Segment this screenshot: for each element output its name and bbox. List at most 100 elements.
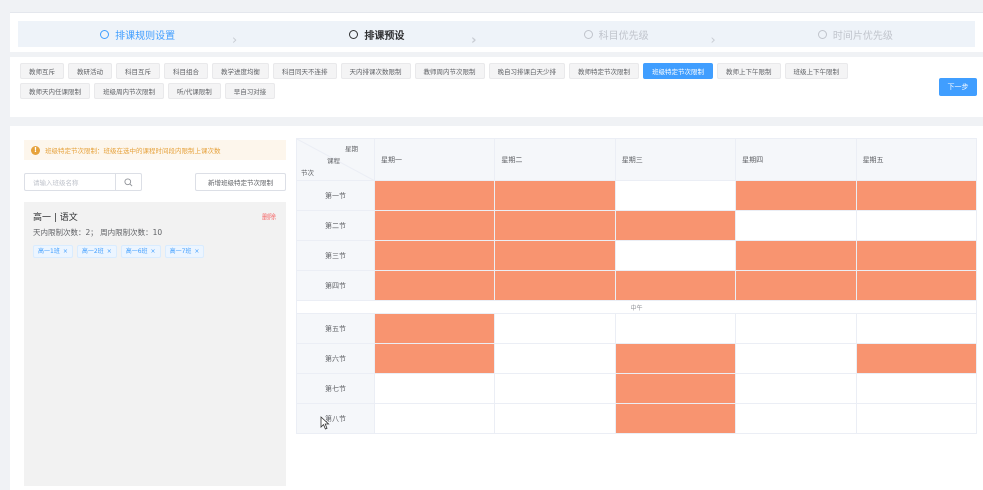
period-cell-selected[interactable] (735, 240, 857, 271)
period-cell-selected[interactable] (614, 270, 737, 301)
rule-tab[interactable]: 教学进度均衡 (212, 63, 269, 79)
period-cell[interactable] (494, 313, 616, 344)
step-circle-icon (100, 29, 110, 39)
rule-tab[interactable]: 天内排课次数限制 (340, 63, 411, 79)
period-cell-selected[interactable] (614, 210, 737, 241)
close-icon[interactable]: × (194, 248, 199, 255)
period-label: 第四节 (296, 270, 375, 301)
search-button[interactable] (115, 174, 141, 190)
rule-tabs: 教师互斥 教研活动 科目互斥 科目组合 教学进度均衡 科目同天不连排 天内排课次数限制 教师周… (20, 63, 920, 99)
period-cell-selected[interactable] (373, 313, 496, 344)
period-cell[interactable] (494, 403, 616, 434)
rule-tab[interactable]: 班级特定节次限制 (643, 63, 713, 79)
rule-tab[interactable]: 晚自习排课白天少排 (488, 63, 565, 79)
close-icon[interactable]: × (63, 248, 68, 255)
rule-tab[interactable]: 教研活动 (68, 63, 112, 79)
period-cell-selected[interactable] (855, 240, 978, 271)
period-row: 第七节 (296, 373, 978, 404)
period-cell-selected[interactable] (494, 210, 616, 241)
period-cell-selected[interactable] (373, 180, 496, 211)
close-icon[interactable]: × (107, 248, 112, 255)
period-cell[interactable] (373, 403, 496, 434)
period-cell-selected[interactable] (494, 240, 616, 271)
period-grid: 星期 课程 节次 星期一 星期二 星期三 星期四 星期五 第一节 第二节 第三节 第四节 中午第… (296, 138, 978, 434)
class-chips: 高一1班 × 高一2班 × 高一6班 × 高一7班 × (33, 245, 277, 258)
period-cell-selected[interactable] (735, 180, 857, 211)
class-chip-label: 高一1班 (38, 248, 60, 255)
period-row: 第三节 (296, 240, 978, 271)
rule-tab[interactable]: 班级周内节次限制 (94, 83, 164, 99)
steps-track: 排课规则设置 › 排课预设 › 科目优先级 › 时间片优先级 (18, 21, 975, 48)
day-header: 星期四 (735, 138, 857, 181)
rule-card[interactable]: 高一 | 语文 删除 天内限制次数：2； 周内限制次数：10 高一1班 × 高一2班… (24, 202, 286, 486)
period-cell[interactable] (855, 313, 978, 344)
search-input[interactable]: 请输入班级名称 (25, 177, 115, 187)
period-cell[interactable] (494, 343, 616, 374)
period-label: 第二节 (296, 210, 375, 241)
rule-limits: 天内限制次数：2； 周内限制次数：10 (33, 228, 163, 237)
period-row: 第二节 (296, 210, 978, 241)
next-step-button[interactable]: 下一步 (939, 78, 977, 96)
rule-tab[interactable]: 早自习对接 (224, 83, 276, 99)
period-cell[interactable] (373, 373, 496, 404)
search-icon (124, 177, 133, 186)
delete-rule-button[interactable]: 删除 (262, 212, 276, 222)
rule-tab[interactable]: 听/代课限制 (168, 83, 221, 99)
period-cell-selected[interactable] (614, 403, 737, 434)
class-chip: 高一7班 × (164, 245, 205, 258)
close-icon[interactable]: × (151, 248, 156, 255)
period-row: 第四节 (296, 270, 978, 301)
rule-tab[interactable]: 科目组合 (164, 63, 208, 79)
period-cell-selected[interactable] (373, 210, 496, 241)
rule-tab[interactable]: 教师上下午限制 (717, 63, 781, 79)
period-cell[interactable] (855, 403, 978, 434)
period-cell-selected[interactable] (373, 240, 496, 271)
period-cell-selected[interactable] (735, 270, 857, 301)
step-circle-icon (583, 29, 593, 39)
rule-title: 高一 | 语文 (33, 213, 78, 223)
grid-corner-header: 星期 课程 节次 (296, 138, 375, 181)
rule-tab[interactable]: 教师互斥 (20, 63, 64, 79)
period-cell[interactable] (735, 373, 857, 404)
period-cell-selected[interactable] (855, 270, 978, 301)
rule-tab[interactable]: 教师周内节次限制 (414, 63, 485, 79)
rule-tab[interactable]: 教师天内任课限制 (20, 83, 90, 99)
rule-tab[interactable]: 班级上下午限制 (784, 63, 848, 79)
period-cell[interactable] (855, 373, 978, 404)
period-cell-selected[interactable] (373, 343, 496, 374)
period-cell[interactable] (735, 210, 857, 241)
period-cell[interactable] (614, 180, 737, 211)
period-cell[interactable] (614, 313, 737, 344)
period-row: 第一节 (296, 180, 978, 211)
period-cell-selected[interactable] (373, 270, 496, 301)
period-cell[interactable] (855, 210, 978, 241)
step-subject-priority[interactable]: 科目优先级 › (497, 27, 736, 48)
chevron-right-icon: › (471, 32, 477, 48)
add-rule-button[interactable]: 新增班级特定节次限制 (195, 173, 286, 191)
corner-course-label: 课程 (327, 157, 340, 165)
corner-week-label: 星期 (345, 145, 358, 153)
corner-period-label: 节次 (301, 169, 314, 177)
period-cell[interactable] (735, 313, 857, 344)
period-cell-selected[interactable] (614, 343, 737, 374)
period-cell[interactable] (614, 240, 737, 271)
period-cell[interactable] (735, 343, 857, 374)
rule-tab[interactable]: 科目同天不连排 (273, 63, 337, 79)
period-cell-selected[interactable] (494, 270, 616, 301)
rule-tab[interactable]: 科目互斥 (116, 63, 160, 79)
period-label: 第五节 (296, 313, 375, 344)
noon-label: 中午 (296, 300, 977, 314)
day-header: 星期二 (494, 138, 616, 181)
step-timeslot-priority[interactable]: 时间片优先级 (736, 27, 975, 42)
period-cell-selected[interactable] (494, 180, 616, 211)
rule-tab[interactable]: 教师特定节次限制 (569, 63, 639, 79)
period-cell[interactable] (494, 373, 616, 404)
day-header: 星期三 (614, 138, 737, 181)
period-cell-selected[interactable] (855, 180, 978, 211)
period-row: 第八节 (296, 403, 978, 434)
period-cell[interactable] (735, 403, 857, 434)
step-preset[interactable]: 排课预设 › (257, 27, 496, 48)
period-cell-selected[interactable] (614, 373, 737, 404)
step-rule-settings[interactable]: 排课规则设置 › (18, 27, 257, 48)
period-cell-selected[interactable] (855, 343, 978, 374)
